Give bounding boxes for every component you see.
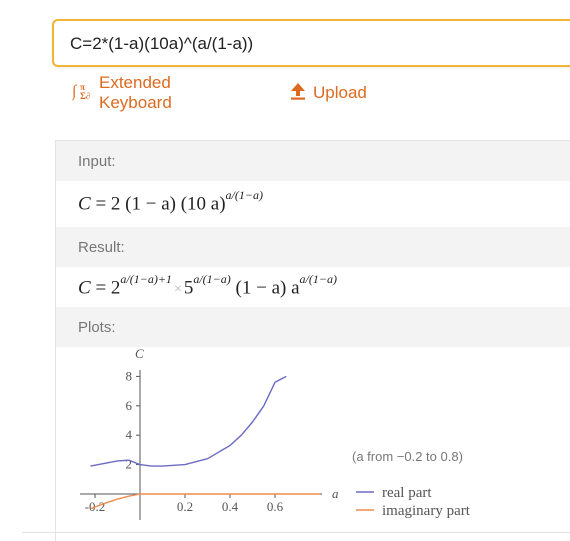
x-axis-label: a [332,486,339,501]
y-tick-label: 2 [126,457,133,472]
axis-ticks: -0.2 0.2 0.4 0.62468 [85,368,284,514]
y-tick-label: 8 [126,368,133,383]
y-tick-label: 4 [126,427,133,442]
y-axis-label: C [135,346,144,361]
x-tick-label: 0.4 [222,499,239,514]
real-part-line [90,375,287,467]
plot-svg: C a -0.2 0.2 0.4 0.62468 (a from −0.2 to 0.… [80,346,471,520]
pod-bottom-rule [22,532,570,533]
legend-real-label: real part [382,485,432,501]
imaginary-part-line [90,493,320,510]
x-tick-label: 0.2 [177,499,193,514]
y-tick-label: 6 [126,398,133,413]
legend-imaginary-label: imaginary part [382,503,471,519]
x-tick-label: 0.6 [267,499,284,514]
plot-series [90,375,320,510]
plot-range-note: (a from −0.2 to 0.8) [352,449,463,464]
page: C=2*(1-a)(10a)^(a/(1-a)) ∫ π Σ∂ Extended… [0,0,570,541]
